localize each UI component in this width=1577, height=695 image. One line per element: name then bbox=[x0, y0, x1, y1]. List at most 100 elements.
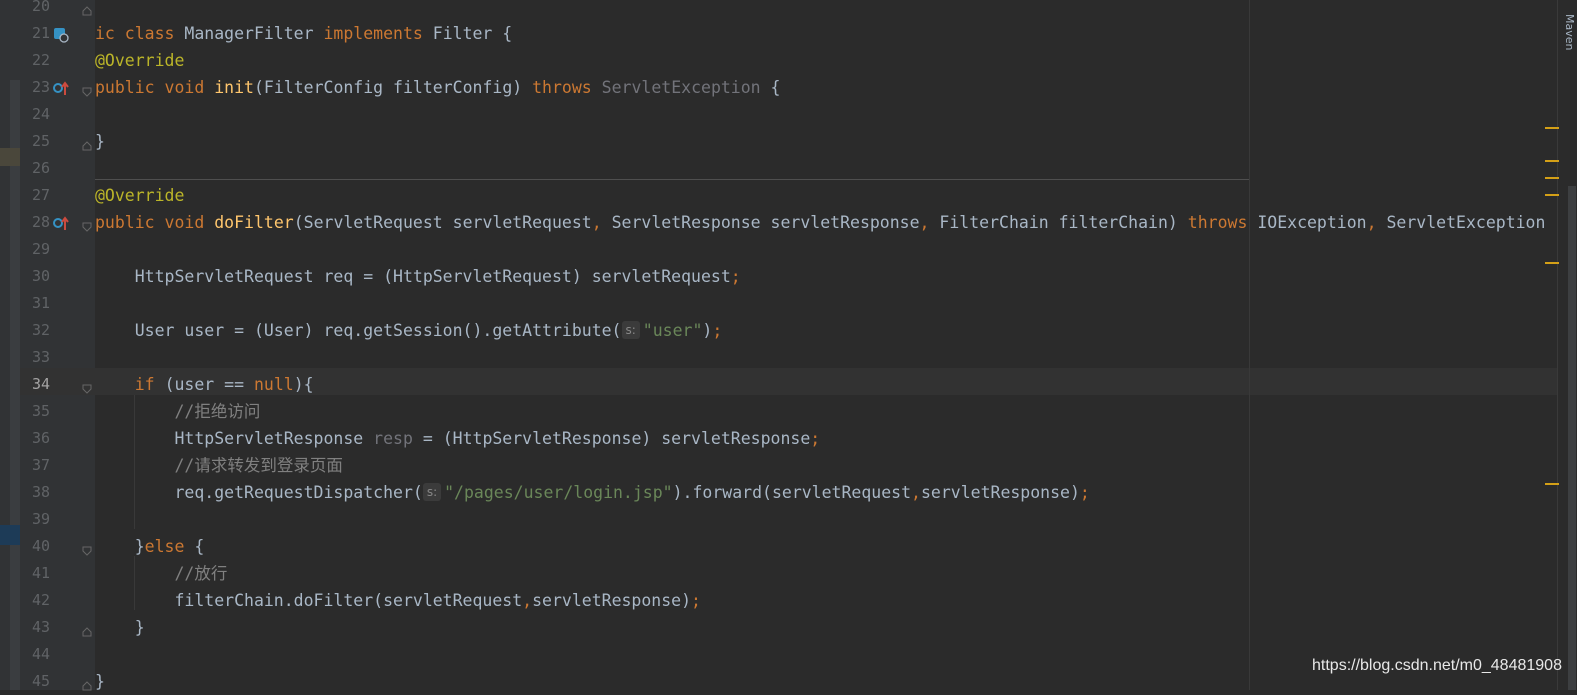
code-token: resp bbox=[373, 429, 413, 448]
parameter-hint: s: bbox=[621, 321, 640, 339]
code-text[interactable]: } bbox=[95, 614, 145, 641]
warning-stripe-marker[interactable] bbox=[1545, 262, 1559, 264]
code-text[interactable]: @Override bbox=[95, 182, 184, 209]
line-number: 23 bbox=[31, 78, 50, 96]
editor-scrollbar-thumb[interactable] bbox=[1568, 186, 1576, 690]
code-line[interactable]: 28 public void doFilter(ServletRequest se… bbox=[20, 209, 1557, 236]
code-text[interactable]: req.getRequestDispatcher(s: "/pages/user/… bbox=[95, 479, 1090, 506]
code-token: init bbox=[214, 78, 254, 97]
line-number: 41 bbox=[31, 564, 50, 582]
code-token: @Override bbox=[95, 186, 185, 205]
code-text[interactable]: HttpServletResponse resp = (HttpServletR… bbox=[95, 425, 820, 452]
code-line[interactable]: 21 ic class ManagerFilter implements Filt… bbox=[20, 20, 1557, 47]
code-token: IOException bbox=[1257, 213, 1367, 232]
line-number: 20 bbox=[31, 0, 50, 15]
code-token: else bbox=[144, 537, 195, 556]
warning-stripe-marker[interactable] bbox=[1545, 160, 1559, 162]
fold-end-icon[interactable] bbox=[82, 1, 92, 16]
override-method-icon[interactable] bbox=[53, 81, 69, 101]
code-line[interactable]: 26 bbox=[20, 155, 1557, 182]
line-number: 29 bbox=[31, 240, 50, 258]
code-token: ) bbox=[702, 321, 713, 340]
code-text[interactable]: public void init(FilterConfig filterConf… bbox=[95, 74, 781, 101]
fold-end-icon[interactable] bbox=[82, 676, 92, 691]
maven-tool-tab[interactable]: Maven bbox=[1563, 14, 1576, 50]
code-text[interactable]: filterChain.doFilter(servletRequest,serv… bbox=[95, 587, 701, 614]
line-number: 25 bbox=[31, 132, 50, 150]
code-line[interactable]: 20 bbox=[20, 0, 1557, 20]
line-number: 40 bbox=[31, 537, 50, 555]
code-token: , bbox=[591, 213, 612, 232]
warning-stripe-marker[interactable] bbox=[1545, 483, 1559, 485]
code-text[interactable]: }else { bbox=[95, 533, 205, 560]
code-line[interactable]: 32 User user = (User) req.getSession().g… bbox=[20, 317, 1557, 344]
code-token: "/pages/user/login.jsp" bbox=[444, 483, 673, 502]
code-text[interactable]: HttpServletRequest req = (HttpServletReq… bbox=[95, 263, 741, 290]
code-token: , bbox=[919, 213, 940, 232]
code-token: ; bbox=[810, 429, 821, 448]
warning-stripe-marker[interactable] bbox=[1545, 194, 1559, 196]
code-line[interactable]: 24 bbox=[20, 101, 1557, 128]
code-text[interactable]: if (user == null){ bbox=[95, 371, 314, 398]
code-token: servletResponse) bbox=[532, 591, 692, 610]
line-number: 26 bbox=[31, 159, 50, 177]
code-token: throws bbox=[1187, 213, 1258, 232]
code-text[interactable]: //放行 bbox=[95, 560, 227, 587]
code-token: } bbox=[95, 537, 145, 556]
code-token: //放行 bbox=[95, 564, 228, 583]
fold-collapse-icon[interactable] bbox=[82, 82, 92, 97]
code-token: } bbox=[95, 132, 105, 151]
code-line[interactable]: 27 @Override bbox=[20, 182, 1557, 209]
code-token: HttpServletRequest req = (HttpServletReq… bbox=[95, 267, 731, 286]
code-token: implements bbox=[323, 24, 433, 43]
code-line[interactable]: 31 bbox=[20, 290, 1557, 317]
code-text[interactable]: } bbox=[95, 128, 105, 155]
code-line[interactable]: 43 } bbox=[20, 614, 1557, 641]
code-line[interactable]: 25} bbox=[20, 128, 1557, 155]
code-token: ServletException bbox=[601, 78, 761, 97]
code-token: null bbox=[253, 375, 294, 394]
code-line[interactable]: 41 //放行 bbox=[20, 560, 1557, 587]
fold-end-icon[interactable] bbox=[82, 136, 92, 151]
code-text[interactable]: @Override bbox=[95, 47, 184, 74]
parameter-hint: s: bbox=[422, 483, 442, 501]
code-line[interactable]: 39 bbox=[20, 506, 1557, 533]
code-token: req.getRequestDispatcher( bbox=[95, 483, 423, 502]
code-token: { bbox=[760, 78, 781, 97]
code-line[interactable]: 30 HttpServletRequest req = (HttpServlet… bbox=[20, 263, 1557, 290]
warning-stripe-marker[interactable] bbox=[1545, 177, 1559, 179]
code-text[interactable]: User user = (User) req.getSession().getA… bbox=[95, 317, 722, 344]
fold-end-icon[interactable] bbox=[82, 622, 92, 637]
code-line[interactable]: 22 @Override bbox=[20, 47, 1557, 74]
code-line[interactable]: 35 //拒绝访问 bbox=[20, 398, 1557, 425]
code-line[interactable]: 38 req.getRequestDispatcher(s: "/pages/us… bbox=[20, 479, 1557, 506]
line-number: 24 bbox=[31, 105, 50, 123]
fold-collapse-icon[interactable] bbox=[82, 379, 92, 394]
override-method-icon[interactable] bbox=[53, 216, 69, 236]
class-implements-icon[interactable] bbox=[53, 27, 69, 47]
code-line[interactable]: 29 bbox=[20, 236, 1557, 263]
code-line[interactable]: 36 HttpServletResponse resp = (HttpServl… bbox=[20, 425, 1557, 452]
fold-collapse-icon[interactable] bbox=[82, 217, 92, 232]
code-line[interactable]: 23 public void init(FilterConfig filterCo… bbox=[20, 74, 1557, 101]
code-text[interactable]: ic class ManagerFilter implements Filter… bbox=[95, 20, 512, 47]
line-number: 34 bbox=[31, 375, 50, 393]
line-number: 36 bbox=[31, 429, 50, 447]
code-line[interactable]: 37 //请求转发到登录页面 bbox=[20, 452, 1557, 479]
warning-stripe-marker[interactable] bbox=[1545, 127, 1559, 129]
code-text[interactable]: } bbox=[95, 668, 105, 695]
fold-collapse-icon[interactable] bbox=[82, 541, 92, 556]
code-token: //请求转发到登录页面 bbox=[95, 456, 343, 475]
code-text[interactable]: public void doFilter(ServletRequest serv… bbox=[95, 209, 1545, 236]
code-line[interactable]: 34 if (user == null){ bbox=[20, 371, 1557, 398]
code-line[interactable]: 33 bbox=[20, 344, 1557, 371]
code-line[interactable]: 42 filterChain.doFilter(servletRequest,s… bbox=[20, 587, 1557, 614]
code-token: @Override bbox=[95, 51, 185, 70]
code-text[interactable]: //拒绝访问 bbox=[95, 398, 260, 425]
code-token: ic class bbox=[95, 24, 185, 43]
line-number: 35 bbox=[31, 402, 50, 420]
code-token: = (HttpServletResponse) servletResponse bbox=[412, 429, 811, 448]
code-text[interactable]: //请求转发到登录页面 bbox=[95, 452, 343, 479]
code-line[interactable]: 40 }else { bbox=[20, 533, 1557, 560]
